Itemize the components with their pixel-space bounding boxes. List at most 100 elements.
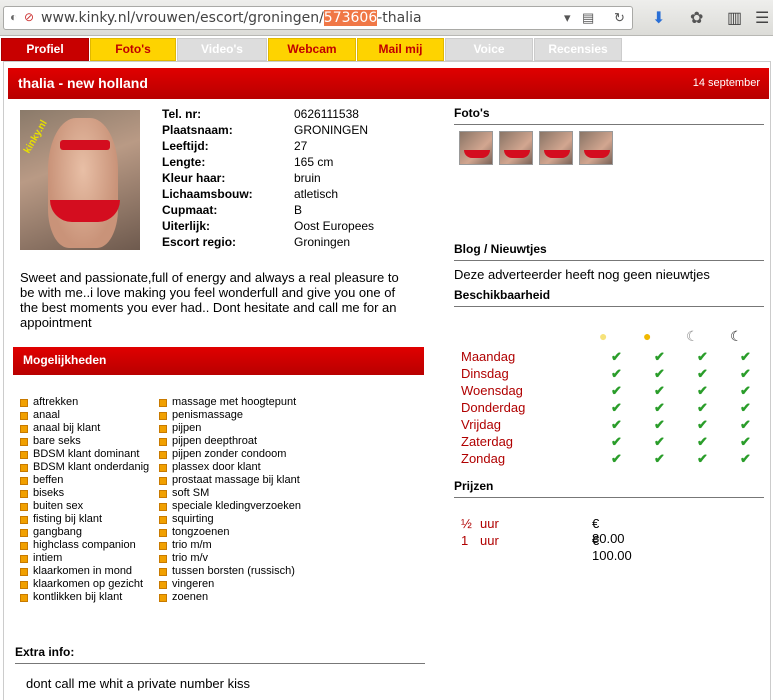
service-label: highclass companion [33,539,136,551]
service-label: gangbang [33,526,82,538]
service-item: trio m/m [159,539,301,552]
service-item: plassex door klant [159,461,301,474]
tab-webcam[interactable]: Webcam [268,38,356,61]
photo-thumbnail[interactable] [579,131,613,165]
service-label: aftrekken [33,396,79,408]
info-value: 0626111538 [294,107,359,121]
extra-info-text: dont call me whit a private number kiss [26,676,250,691]
page-title: thalia - new holland [18,75,148,91]
bullet-icon [20,581,28,589]
service-item: BDSM klant dominant [20,448,149,461]
check-icon: ✔ [740,417,751,432]
tab-fotos[interactable]: Foto's [90,38,176,61]
url-bar[interactable]: ◐ ⊘ www.kinky.nl/vrouwen/escort/groninge… [3,6,633,30]
info-value: atletisch [294,187,339,201]
tab-recensies[interactable]: Recensies [534,38,622,61]
service-label: soft SM [172,487,210,499]
bullet-icon [20,503,28,511]
service-item: fisting bij klant [20,513,149,526]
photo-thumbnail[interactable] [459,131,493,165]
bullet-icon [159,594,167,602]
bullet-icon [159,516,167,524]
bullet-icon [20,399,28,407]
bullet-icon [159,477,167,485]
price-duration: ½ [461,516,472,531]
check-icon: ✔ [740,349,751,364]
service-item: klaarkomen op gezicht [20,578,149,591]
extension-icon[interactable]: ✿ [690,8,703,28]
url-text: www.kinky.nl/vrouwen/escort/groningen/57… [41,10,422,26]
service-label: fisting bij klant [33,513,103,525]
info-label: Lengte: [162,155,206,169]
availability-day: Donderdag [461,400,526,415]
reader-view-icon[interactable]: ▤ [582,10,594,26]
service-label: prostaat massage bij klant [172,474,300,486]
service-item: soft SM [159,487,301,500]
tab-videos[interactable]: Video's [177,38,267,61]
check-icon: ✔ [740,383,751,398]
service-item: tongzoenen [159,526,301,539]
service-item: pijpen zonder condoom [159,448,301,461]
check-icon: ✔ [740,400,751,415]
service-label: penismassage [172,409,243,421]
service-label: squirting [172,513,214,525]
divider [454,260,764,261]
price-duration: 1 [461,533,469,548]
photo-thumbnail[interactable] [539,131,573,165]
mogelijkheden-header: Mogelijkheden [13,347,424,375]
service-label: BDSM klant onderdanig [33,461,150,473]
service-item: anaal bij klant [20,422,149,435]
afternoon-sun-icon: ● [643,328,652,344]
availability-day: Zaterdag [461,434,514,449]
bullet-icon [159,464,167,472]
bullet-icon [159,568,167,576]
service-label: vingeren [172,578,215,590]
bullet-icon [159,503,167,511]
check-icon: ✔ [697,434,708,449]
clipboard-icon[interactable]: ▥ [727,8,742,28]
check-icon: ✔ [697,383,708,398]
info-label: Cupmaat: [162,203,218,217]
download-icon[interactable]: ⬇ [652,8,665,28]
price-unit: uur [480,533,499,548]
mixed-content-icon: ⊘ [24,10,35,24]
bullet-icon [20,490,28,498]
reload-icon[interactable]: ↻ [614,10,625,26]
services-list-1: aftrekken anaal anaal bij klant bare seks BD… [20,396,149,604]
check-icon: ✔ [697,400,708,415]
tab-voice[interactable]: Voice [445,38,533,61]
photo-watermark: kinky.nl [22,118,50,156]
divider [454,306,764,307]
check-icon: ✔ [611,417,622,432]
info-label: Uiterlijk: [162,219,211,233]
bullet-icon [159,581,167,589]
bullet-icon [159,542,167,550]
photo-thumbnail[interactable] [499,131,533,165]
menu-icon[interactable]: ☰ [755,8,769,28]
tab-profiel[interactable]: Profiel [1,38,89,61]
profile-photo[interactable]: kinky.nl [20,110,140,250]
service-item: klaarkomen in mond [20,565,149,578]
service-label: massage met hoogtepunt [172,396,297,408]
service-item: pijpen [159,422,301,435]
service-item: highclass companion [20,539,149,552]
price-unit: uur [480,516,499,531]
service-label: bare seks [33,435,81,447]
evening-moon-icon: ☾ [686,328,699,344]
night-moon-icon: ☾ [730,328,743,344]
info-value: Oost Europees [294,219,375,233]
service-label: trio m/v [172,552,209,564]
check-icon: ✔ [740,434,751,449]
info-value: bruin [294,171,321,185]
blog-text: Deze adverteerder heeft nog geen nieuwtj… [454,267,710,282]
service-label: speciale kledingverzoeken [172,500,302,512]
tab-mail-mij[interactable]: Mail mij [357,38,444,61]
service-item: gangbang [20,526,149,539]
service-item: trio m/v [159,552,301,565]
service-label: beffen [33,474,64,486]
dropdown-arrow-icon[interactable]: ▾ [564,10,571,26]
check-icon: ✔ [654,434,665,449]
info-value: Groningen [294,235,351,249]
bullet-icon [20,464,28,472]
bullet-icon [20,438,28,446]
